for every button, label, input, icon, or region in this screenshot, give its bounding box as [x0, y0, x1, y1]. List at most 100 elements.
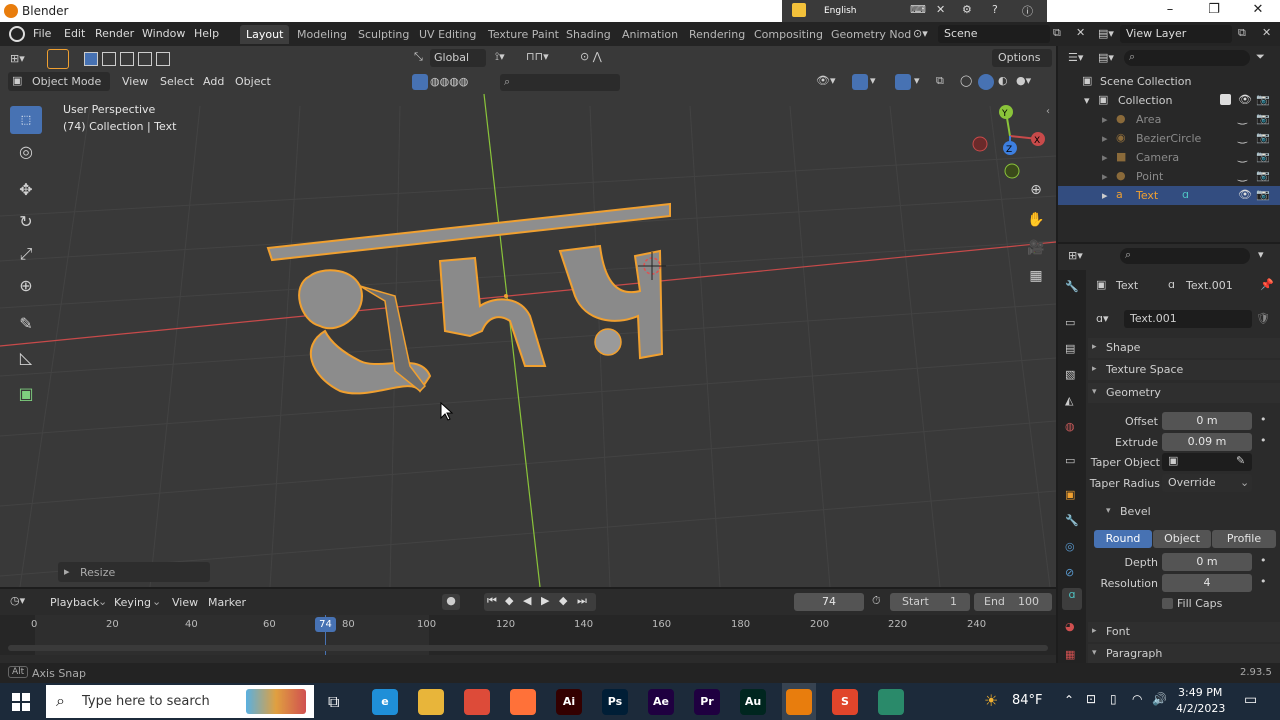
timeline-track-area[interactable]: 0 20 40 60 80 100 120 140 160 180 200 22…	[0, 615, 1056, 655]
menu-help[interactable]: Help	[194, 27, 219, 40]
select-box-tool-icon[interactable]: ⬚	[10, 106, 42, 134]
output-tab-icon[interactable]: ▤	[1065, 342, 1075, 355]
viewport-menu-object[interactable]: Object	[235, 75, 271, 88]
weather-temp[interactable]: 84°F	[1012, 693, 1043, 708]
clock-date[interactable]: 4/2/2023	[1176, 702, 1225, 715]
item-visibility-icon[interactable]: ‿	[1238, 150, 1247, 163]
tab-uv-editing[interactable]: UV Editing	[413, 25, 482, 44]
fill-caps-checkbox[interactable]	[1162, 598, 1173, 609]
timeline-editor-icon[interactable]: ◷▾	[10, 594, 25, 607]
item-render-icon[interactable]: 📷	[1256, 150, 1270, 163]
tab-animation[interactable]: Animation	[616, 25, 684, 44]
select-tool-icon[interactable]	[47, 49, 69, 69]
jump-start-icon[interactable]: ⏮	[487, 594, 497, 608]
scene-remove-icon[interactable]: ✕	[1076, 26, 1085, 39]
maximize-button[interactable]: ❐	[1194, 2, 1234, 20]
tray-volume-icon[interactable]: 🔊	[1152, 692, 1167, 706]
overlay-toggle-icon[interactable]	[895, 74, 911, 90]
tray-wifi-icon[interactable]: ◠	[1132, 692, 1142, 706]
extrude-field[interactable]: 0.09 m	[1162, 433, 1252, 451]
zoom-icon[interactable]: ⊕	[1026, 182, 1046, 202]
item-render-icon[interactable]: 📷	[1256, 188, 1270, 201]
eyedropper-icon[interactable]: ✎	[1236, 454, 1245, 467]
language-bar[interactable]: English ⌨ ✕ ⚙ ? ⓘ	[782, 0, 1047, 22]
gizmo-dropdown-icon[interactable]: ▾	[870, 74, 876, 87]
item-expand-icon[interactable]: ▸	[1102, 170, 1108, 183]
viewport-menu-select[interactable]: Select	[160, 75, 194, 88]
collection-visibility-icon[interactable]: 👁	[1238, 93, 1252, 106]
options-dropdown[interactable]: Options	[992, 49, 1052, 67]
taskbar-app-chrome-icon[interactable]	[464, 689, 490, 715]
gizmo-toggle-icon[interactable]	[852, 74, 868, 90]
timeline-menu-playback[interactable]: Playback	[50, 596, 99, 609]
viewport-search-field[interactable]: ⌕	[500, 74, 620, 91]
outliner-item-text[interactable]: ▸ a Text ɑ 👁 📷	[1058, 186, 1280, 205]
pivot-point-icon[interactable]: ⟟▾	[495, 50, 505, 64]
menu-file[interactable]: File	[33, 27, 51, 40]
panel-shape[interactable]: ▸ Shape	[1088, 338, 1280, 358]
scene-selector-icon[interactable]: ⊙▾	[913, 27, 928, 40]
data-tab-icon[interactable]: ɑ	[1062, 588, 1082, 610]
tab-shading[interactable]: Shading	[560, 25, 617, 44]
view-layer-icon[interactable]: ▤▾	[1098, 27, 1114, 40]
measure-tool-icon[interactable]: ◺	[10, 344, 42, 372]
taskbar-search-box[interactable]: ⌕ Type here to search	[46, 685, 314, 718]
item-expand-icon[interactable]: ▸	[1102, 151, 1108, 164]
ortho-toggle-icon[interactable]: ▦	[1026, 268, 1046, 288]
info-icon[interactable]: ⓘ	[1022, 3, 1033, 19]
visibility-icon[interactable]: 👁▾	[816, 74, 836, 87]
bevel-mode-round[interactable]: Round	[1094, 530, 1152, 548]
menu-window[interactable]: Window	[142, 27, 185, 40]
timeline-menu-marker[interactable]: Marker	[208, 596, 246, 609]
collection-expand-icon[interactable]: ▾	[1084, 94, 1090, 107]
offset-field[interactable]: 0 m	[1162, 412, 1252, 430]
viewport-menu-add[interactable]: Add	[203, 75, 224, 88]
item-expand-icon[interactable]: ▸	[1102, 189, 1108, 202]
timeline-menu-view[interactable]: View	[172, 596, 198, 609]
bevel-mode-object[interactable]: Object	[1153, 530, 1211, 548]
transform-tool-icon[interactable]: ⊕	[10, 272, 42, 300]
item-visibility-icon[interactable]: ‿	[1238, 169, 1247, 182]
tray-chevron-icon[interactable]: ⌃	[1064, 693, 1074, 707]
tray-battery-icon[interactable]: ▯	[1110, 692, 1117, 706]
camera-view-icon[interactable]: 🎥	[1026, 240, 1046, 260]
taskbar-app-edge-icon[interactable]: e	[372, 689, 398, 715]
rotate-tool-icon[interactable]: ↻	[10, 208, 42, 236]
select-extend-icon[interactable]	[102, 52, 116, 66]
modifier-tab-icon[interactable]: 🔧	[1065, 514, 1079, 527]
depth-keyframe-icon[interactable]: •	[1260, 554, 1267, 567]
tab-compositing[interactable]: Compositing	[748, 25, 829, 44]
timeline-menu-keying[interactable]: Keying	[114, 596, 151, 609]
panel-font[interactable]: ▸ Font	[1088, 622, 1280, 642]
view-layer-remove-icon[interactable]: ✕	[1262, 26, 1271, 39]
pan-hand-icon[interactable]: ✋	[1026, 212, 1046, 232]
resolution-keyframe-icon[interactable]: •	[1260, 575, 1267, 588]
panel-geometry[interactable]: ▾ Geometry	[1088, 383, 1280, 403]
select-invert-icon[interactable]	[138, 52, 152, 66]
clock-time[interactable]: 3:49 PM	[1178, 686, 1222, 699]
outliner-item-area[interactable]: ▸ ● Area ‿ 📷	[1058, 110, 1280, 129]
end-frame-field[interactable]: End 100	[974, 593, 1052, 611]
tab-geometry-nodes[interactable]: Geometry Nod	[825, 25, 917, 44]
collection-render-icon[interactable]: 📷	[1256, 93, 1270, 106]
properties-search-field[interactable]: ⌕	[1120, 248, 1250, 264]
render-tab-icon[interactable]: ▭	[1065, 316, 1075, 329]
add-cube-tool-icon[interactable]: ▣	[10, 380, 42, 408]
properties-options-icon[interactable]: ▾	[1258, 248, 1264, 261]
proportional-edit-icon[interactable]: ⊙ ⋀	[580, 50, 602, 63]
bevel-mode-toggle[interactable]: Round Object Profile	[1094, 530, 1278, 548]
taskbar-app-after-effects-icon[interactable]: Ae	[648, 689, 674, 715]
editor-type-icon[interactable]: ⊞▾	[10, 52, 25, 65]
gear-icon[interactable]: ⚙	[962, 3, 972, 16]
outliner-collection[interactable]: ▾ ▣ Collection 👁 📷	[1058, 91, 1280, 110]
annotate-tool-icon[interactable]: ✎	[10, 310, 42, 338]
item-visibility-icon[interactable]: 👁	[1238, 188, 1252, 201]
playhead-frame-label[interactable]: 74	[315, 617, 336, 632]
extrude-keyframe-icon[interactable]: •	[1260, 434, 1267, 447]
viewport-menu-view[interactable]: View	[122, 75, 148, 88]
outliner-scene-collection[interactable]: ▣ Scene Collection	[1058, 72, 1280, 91]
xray-icon[interactable]: ⧉	[936, 74, 944, 88]
item-expand-icon[interactable]: ▸	[1102, 132, 1108, 145]
keyboard-icon[interactable]: ⌨	[910, 3, 926, 16]
filter-mode-group[interactable]: ◍◍◍◍	[412, 74, 500, 90]
